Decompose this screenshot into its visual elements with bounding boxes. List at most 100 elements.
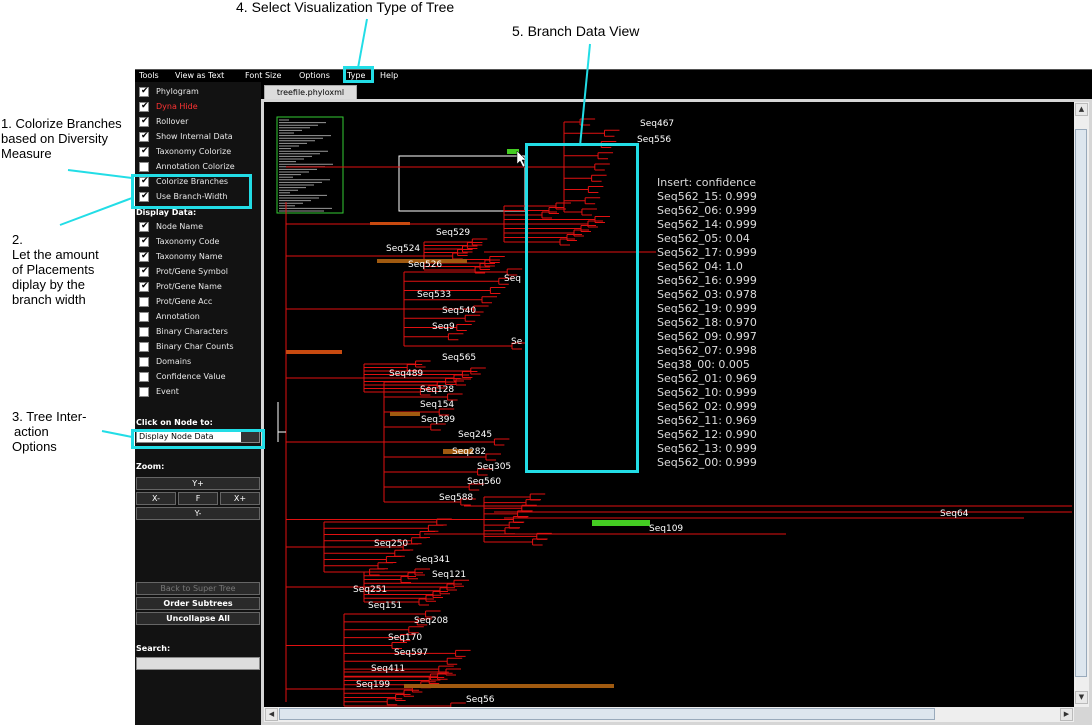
menu-view-as-text[interactable]: View as Text	[175, 70, 224, 81]
scroll-down-icon[interactable]: ▼	[1075, 691, 1088, 704]
leaf-label: Seq151	[368, 601, 402, 611]
zoom-y-plus-button[interactable]: Y+	[136, 477, 260, 490]
checkbox-label: Taxonomy Name	[156, 252, 223, 261]
checkbox-label: Domains	[156, 357, 192, 366]
menu-help[interactable]: Help	[380, 70, 398, 81]
leaf-label: Seq208	[414, 616, 448, 626]
leaf-label: Seq128	[420, 385, 454, 395]
leaf-label: Seq64	[940, 509, 969, 519]
menu-options[interactable]: Options	[299, 70, 330, 81]
back-to-super-tree-button[interactable]: Back to Super Tree	[136, 582, 260, 595]
annotation-step2-line: of Placements	[12, 262, 95, 277]
checkbox-checked-icon[interactable]	[139, 101, 149, 112]
checkbox-label: Prot/Gene Acc	[156, 297, 213, 306]
leaf-label: Seq540	[442, 306, 476, 316]
branch-data-line: Seq562_14: 0.999	[657, 218, 757, 231]
checkbox-label: Binary Characters	[156, 327, 228, 336]
search-input[interactable]	[136, 657, 260, 670]
leaf-label: Seq597	[394, 648, 428, 658]
annotation-step2-line: 2.	[12, 232, 23, 247]
vertical-scrollbar[interactable]: ▲ ▼	[1074, 102, 1089, 707]
leaf-label: Seq489	[389, 369, 423, 379]
annotation-step1-line: based on Diversity	[1, 131, 108, 146]
annotation-step2: 2. Let the amount of Placements diplay b…	[12, 232, 99, 307]
weighted-branch	[370, 222, 410, 225]
checkbox-label: Dyna Hide	[156, 102, 198, 111]
leaf-label: Seq170	[388, 633, 422, 643]
scroll-up-icon[interactable]: ▲	[1075, 103, 1088, 116]
branch-data-line: Seq562_15: 0.999	[657, 190, 757, 203]
checkbox-checked-icon[interactable]	[139, 251, 149, 262]
checkbox-label: Node Name	[156, 222, 204, 231]
tree-canvas[interactable]: Seq467 Seq556 Seq529 Seq524 Seq526 Seq Seq533 S…	[264, 102, 1074, 707]
scroll-right-icon[interactable]: ▶	[1060, 708, 1073, 721]
uncollapse-all-button[interactable]: Uncollapse All	[136, 612, 260, 625]
checkbox-label: Taxonomy Code	[156, 237, 220, 246]
checkbox-unchecked-icon[interactable]	[139, 357, 149, 367]
leaf-label: Seq524	[386, 244, 420, 254]
menu-font-size[interactable]: Font Size	[245, 70, 281, 81]
annotation-step3: 3. Tree Inter- action Options	[12, 409, 86, 454]
branch-data-line: Seq562_13: 0.999	[657, 442, 757, 455]
leaf-label: Seq250	[374, 539, 408, 549]
checkbox-label: Taxonomy Colorize	[156, 147, 232, 156]
vertical-scroll-thumb[interactable]	[1075, 129, 1087, 677]
zoom-x-plus-button[interactable]: X+	[220, 492, 260, 505]
annotation-step1: 1. Colorize Branches based on Diversity …	[1, 116, 122, 161]
horizontal-scroll-thumb[interactable]	[279, 708, 935, 720]
leaf-label: Seq251	[353, 585, 387, 595]
scroll-left-icon[interactable]: ◀	[265, 708, 278, 721]
menu-bar: Tools View as Text Font Size Options Typ…	[135, 69, 1092, 82]
leaf-label: Seq282	[452, 447, 486, 457]
zoom-y-minus-button[interactable]: Y-	[136, 507, 260, 520]
click-on-node-heading: Click on Node to:	[136, 418, 213, 427]
leaf-label: Seq467	[640, 119, 674, 129]
checkbox-label: Confidence Value	[156, 372, 226, 381]
leaf-label: Seq565	[442, 353, 476, 363]
tab-treefile[interactable]: treefile.phyloxml	[264, 85, 357, 99]
checkbox-checked-icon[interactable]	[139, 281, 149, 292]
leaf-label: Seq341	[416, 555, 450, 565]
checkbox-label: Show Internal Data	[156, 132, 233, 141]
branch-data-popup: Insert: confidence Seq562_15: 0.999 Seq562…	[656, 176, 767, 504]
horizontal-scrollbar[interactable]: ◀ ▶	[264, 707, 1074, 722]
checkbox-checked-icon[interactable]	[139, 236, 149, 247]
branch-data-line: Seq562_12: 0.990	[657, 428, 757, 441]
checkbox-checked-icon[interactable]	[139, 131, 149, 142]
checkbox-label: Binary Char Counts	[156, 342, 234, 351]
zoom-x-minus-button[interactable]: X-	[136, 492, 176, 505]
branch-data-line: Seq562_19: 0.999	[657, 302, 757, 315]
annotation-step4: 4. Select Visualization Type of Tree	[236, 0, 455, 15]
checkbox-label: Phylogram	[156, 87, 199, 96]
leaf-label: Seq411	[371, 664, 405, 674]
checkbox-label: Event	[156, 387, 179, 396]
branch-data-line: Seq562_06: 0.999	[657, 204, 757, 217]
checkbox-checked-icon[interactable]	[139, 116, 149, 127]
checkbox-unchecked-icon[interactable]	[139, 162, 149, 172]
checkbox-unchecked-icon[interactable]	[139, 372, 149, 382]
order-subtrees-button[interactable]: Order Subtrees	[136, 597, 260, 610]
menu-tools[interactable]: Tools	[139, 70, 159, 81]
checkbox-unchecked-icon[interactable]	[139, 327, 149, 337]
checkbox-checked-icon[interactable]	[139, 221, 149, 232]
leaf-label: Seq154	[420, 400, 454, 410]
search-heading: Search:	[136, 644, 171, 653]
checkbox-unchecked-icon[interactable]	[139, 387, 149, 397]
annotation-step3-line: 3. Tree Inter-	[12, 409, 87, 424]
checkbox-unchecked-icon[interactable]	[139, 342, 149, 352]
checkbox-unchecked-icon[interactable]	[139, 297, 149, 307]
branch-data-line: Seq562_02: 0.999	[657, 400, 757, 413]
branch-data-line: Seq562_18: 0.970	[657, 316, 757, 329]
leaf-label: Seq9	[432, 322, 455, 332]
checkbox-unchecked-icon[interactable]	[139, 312, 149, 322]
checkbox-checked-icon[interactable]	[139, 266, 149, 277]
callout-type-menu	[343, 66, 374, 83]
zoom-fit-button[interactable]: F	[178, 492, 218, 505]
callout-line-type	[357, 18, 368, 69]
weighted-branch	[404, 684, 614, 688]
checkbox-checked-icon[interactable]	[139, 146, 149, 157]
weighted-branch	[286, 350, 342, 354]
checkbox-checked-icon[interactable]	[139, 86, 149, 97]
leaf-label: Seq245	[458, 430, 492, 440]
callout-colorize-branches	[131, 174, 252, 209]
